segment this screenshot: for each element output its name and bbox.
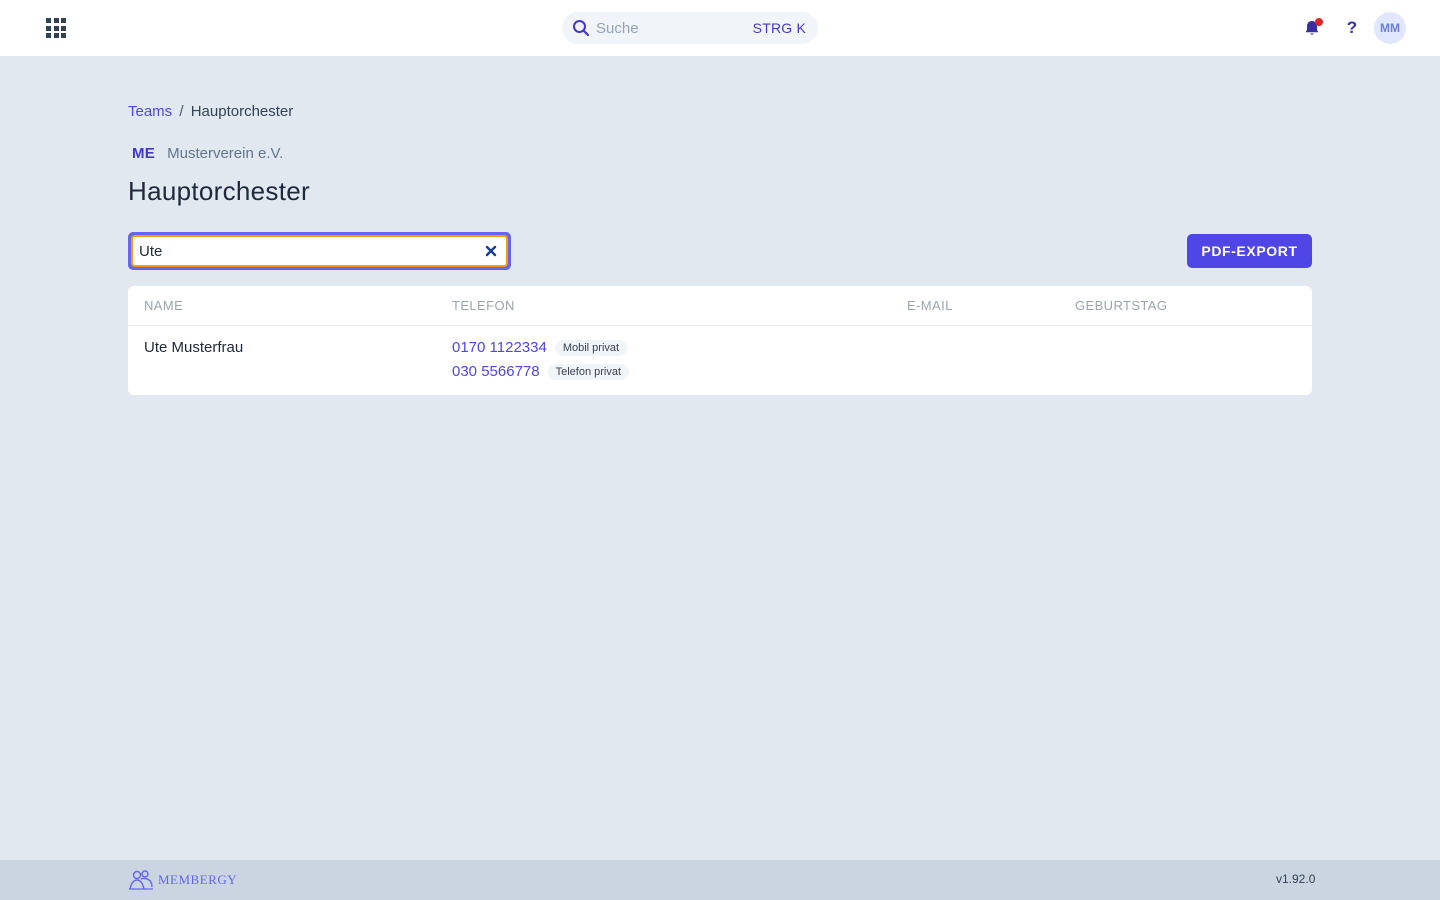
phone-number-link[interactable]: 0170 1122334 [452, 339, 547, 356]
member-filter-field [128, 232, 511, 270]
search-placeholder: Suche [596, 19, 639, 37]
members-table: NAME TELEFON E-MAIL GEBURTSTAG Ute Muste… [128, 286, 1312, 395]
page-title: Hauptorchester [128, 176, 310, 206]
phone-type-badge: Telefon privat [547, 363, 630, 380]
search-shortcut-hint: STRG K [752, 20, 806, 36]
phone-entry: 0170 1122334 Mobil privat [452, 339, 628, 356]
breadcrumb-separator: / [179, 103, 184, 120]
search-icon [573, 20, 590, 37]
membergy-logo-icon [129, 870, 153, 890]
logo-text: MEMBERGY [158, 872, 238, 887]
notification-badge [1315, 18, 1323, 26]
breadcrumb: Teams / Hauptorchester [128, 103, 293, 120]
footer: MEMBERGY v1.92.0 [0, 860, 1440, 900]
member-name[interactable]: Ute Musterfrau [144, 339, 243, 356]
member-filter-inner [131, 235, 508, 267]
close-icon [485, 245, 497, 257]
membergy-logo[interactable]: MEMBERGY [128, 869, 237, 891]
breadcrumb-teams-link[interactable]: Teams [128, 103, 172, 120]
column-header-name[interactable]: NAME [144, 298, 183, 313]
member-filter-input[interactable] [139, 237, 484, 265]
phone-type-badge: Mobil privat [554, 339, 628, 356]
help-button[interactable]: ? [1342, 16, 1362, 40]
column-header-email[interactable]: E-MAIL [907, 298, 953, 313]
clear-filter-button[interactable] [484, 244, 498, 258]
table-header: NAME TELEFON E-MAIL GEBURTSTAG [128, 286, 1312, 326]
column-header-phone[interactable]: TELEFON [452, 298, 515, 313]
table-row[interactable]: Ute Musterfrau 0170 1122334 Mobil privat… [128, 327, 1312, 395]
organization-badge: ME [132, 145, 156, 162]
user-avatar[interactable]: MM [1374, 12, 1406, 44]
organization-info: ME Musterverein e.V. [132, 145, 283, 162]
phone-entry: 030 5566778 Telefon privat [452, 363, 630, 380]
app-version: v1.92.0 [1276, 872, 1316, 886]
organization-name: Musterverein e.V. [167, 145, 284, 162]
breadcrumb-current: Hauptorchester [190, 103, 294, 120]
column-header-birthday[interactable]: GEBURTSTAG [1075, 298, 1167, 313]
pdf-export-button[interactable]: PDF-EXPORT [1187, 234, 1312, 268]
phone-number-link[interactable]: 030 5566778 [452, 363, 540, 380]
top-bar: Suche STRG K ? MM [0, 0, 1440, 56]
notifications-button[interactable] [1302, 18, 1323, 38]
global-search[interactable]: Suche STRG K [562, 12, 818, 44]
apps-grid-icon[interactable] [46, 18, 66, 38]
